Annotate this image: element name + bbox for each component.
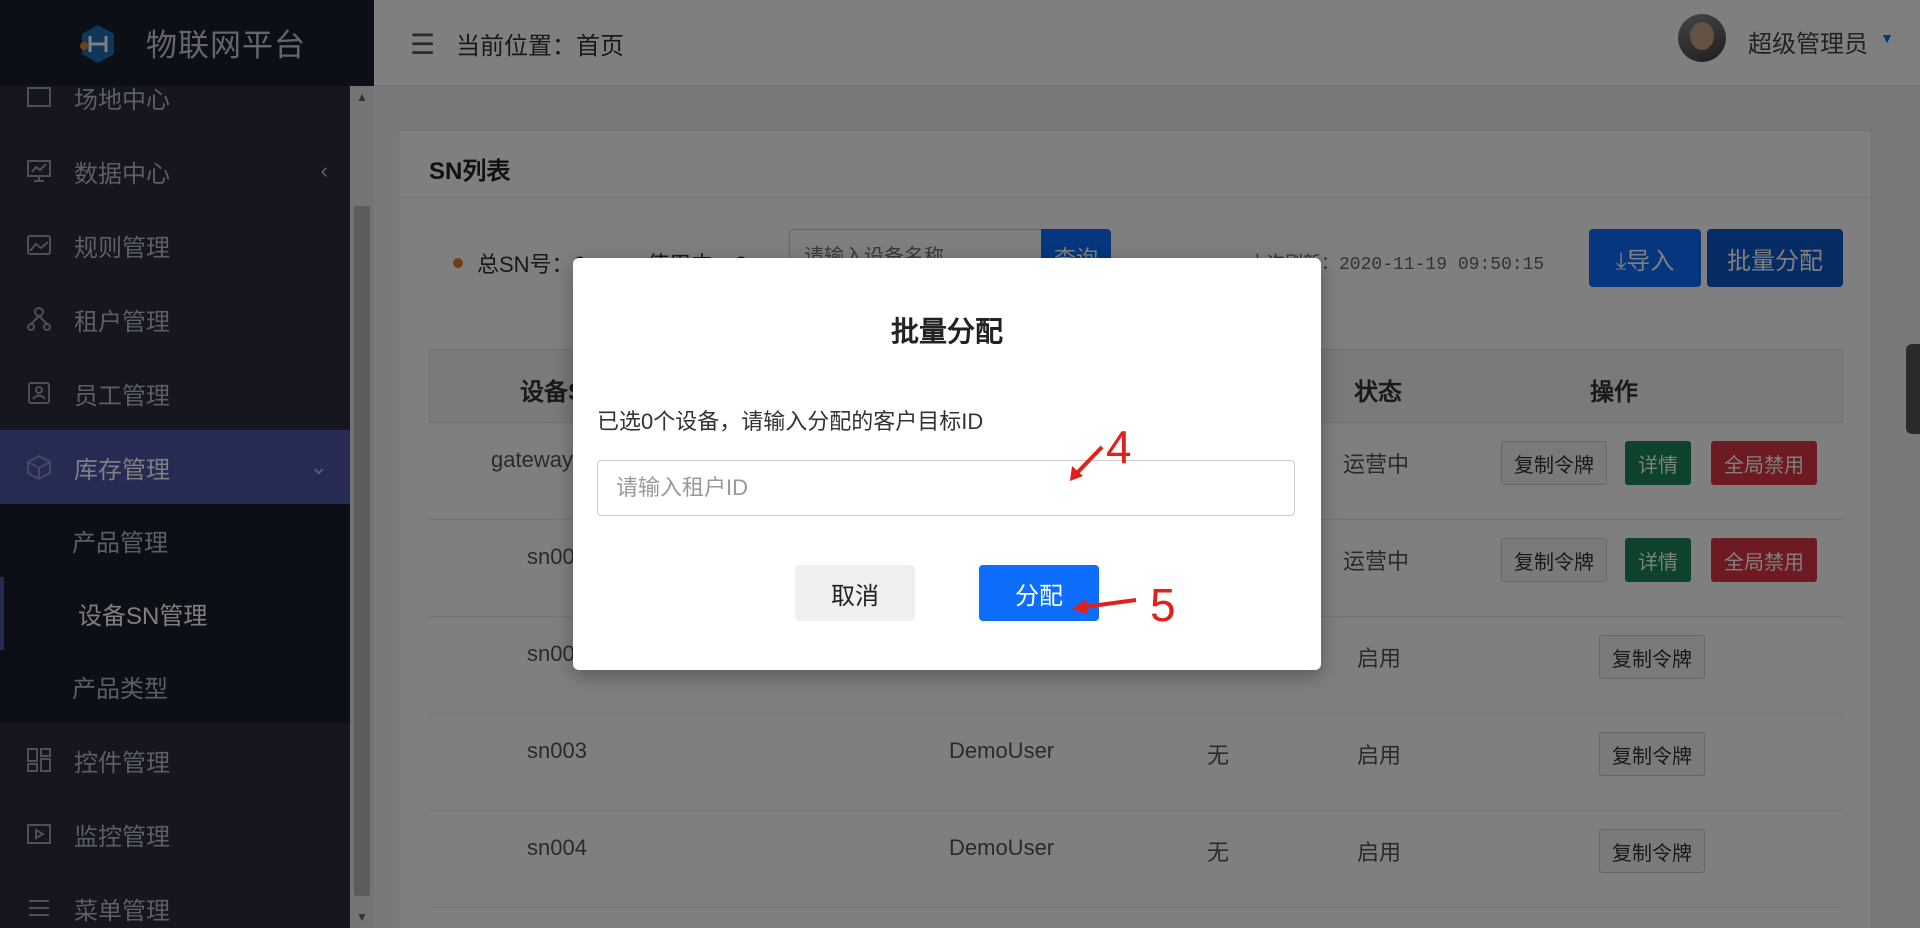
- dialog-title: 批量分配: [890, 316, 1003, 347]
- assign-button[interactable]: 分配: [979, 565, 1099, 621]
- dialog-description: 已选0个设备，请输入分配的客户目标ID: [597, 409, 984, 434]
- step5-label: 5: [1150, 579, 1176, 631]
- cancel-button[interactable]: 取消: [795, 565, 915, 621]
- batch-assign-dialog: 批量分配 已选0个设备，请输入分配的客户目标ID 取消 分配: [573, 258, 1321, 670]
- tenant-id-input[interactable]: [597, 460, 1295, 516]
- step4-label: 4: [1106, 421, 1132, 473]
